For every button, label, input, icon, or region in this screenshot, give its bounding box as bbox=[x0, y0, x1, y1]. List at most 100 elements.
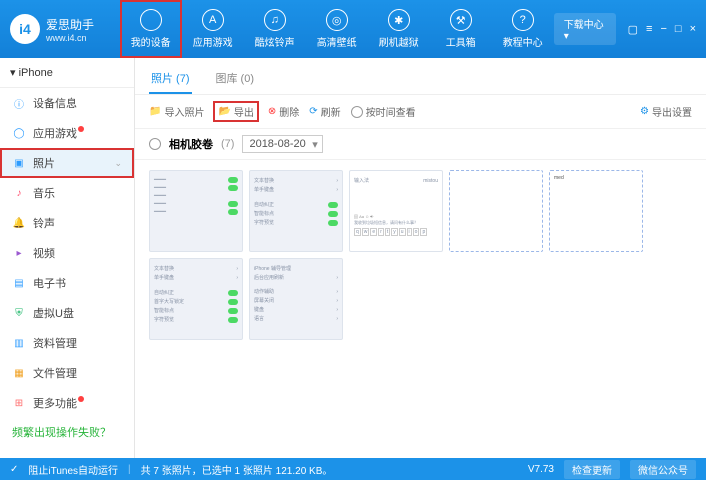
help-icon: ? bbox=[512, 9, 534, 31]
sidebar-item-8[interactable]: ▥ 资料管理 bbox=[0, 328, 134, 358]
nav-flash[interactable]: ✱ 刷机越狱 bbox=[368, 0, 430, 58]
faq-link[interactable]: 频繁出现操作失败？ bbox=[0, 418, 134, 446]
sidebar-item-6[interactable]: ▤电子书 bbox=[0, 268, 134, 298]
side-icon: ▥ bbox=[12, 336, 26, 350]
thumbnail[interactable]: 输入法mistou 囧 Aa ☺ ⎆ 我收到垃圾短信息，请问有什么事？ qwer… bbox=[349, 170, 443, 252]
nav-label: 应用游戏 bbox=[193, 34, 233, 49]
sidebar-item-label: 资料管理 bbox=[33, 335, 77, 351]
folder-export-icon: 📂 bbox=[218, 106, 230, 117]
side-icon: ♪ bbox=[12, 186, 26, 200]
apps-icon: A bbox=[202, 9, 224, 31]
sidebar-item-10[interactable]: ⊞更多功能 bbox=[0, 388, 134, 418]
thumbnail[interactable]: ━━━━ ━━━━ ━━━━ ━━━━ ━━━━ bbox=[149, 170, 243, 252]
export-button[interactable]: 📂导出 bbox=[214, 102, 257, 121]
side-icon: ◯ bbox=[12, 126, 26, 140]
sidebar-item-7[interactable]: ⛨ 虚拟U盘 bbox=[0, 298, 134, 328]
main-panel: 照片 (7) 图库 (0) 📁导入照片 📂导出 ⊗删除 ⟳刷新 按时间查看 ⚙导… bbox=[135, 58, 706, 458]
side-icon: ▸ bbox=[12, 246, 26, 260]
delete-button[interactable]: ⊗删除 bbox=[268, 104, 299, 119]
tools-icon: ⚒ bbox=[450, 9, 472, 31]
nav-apps[interactable]: A 应用游戏 bbox=[182, 0, 244, 58]
close-icon[interactable]: × bbox=[690, 23, 696, 36]
side-icon: ⛨ bbox=[12, 306, 26, 320]
nav-tutorial[interactable]: ? 教程中心 bbox=[492, 0, 554, 58]
thumbnail[interactable] bbox=[449, 170, 543, 252]
sidebar-item-3[interactable]: ♪音乐 bbox=[0, 178, 134, 208]
nav-label: 高清壁纸 bbox=[317, 34, 357, 49]
thumbnail[interactable]: med bbox=[549, 170, 643, 252]
side-icon: ▤ bbox=[12, 276, 26, 290]
browse-time-radio[interactable]: 按时间查看 bbox=[351, 104, 416, 119]
count-label: (7) bbox=[221, 138, 234, 150]
sidebar-item-label: 铃声 bbox=[33, 215, 55, 231]
photo-grid: ━━━━ ━━━━ ━━━━ ━━━━ ━━━━ 文本替换› 单手键盘› 自动纠… bbox=[135, 160, 706, 458]
wallpaper-icon: ◎ bbox=[326, 9, 348, 31]
logo-title: 爱思助手 bbox=[46, 16, 94, 33]
side-icon: ⓘ bbox=[12, 96, 26, 110]
nav-label: 刷机越狱 bbox=[379, 34, 419, 49]
skin-icon[interactable]: ▢ bbox=[628, 23, 638, 36]
thumbnail[interactable]: 文本替换› 单手键盘› 自动纠正 智能标点 字符预览 bbox=[249, 170, 343, 252]
itunes-block-toggle[interactable]: 阻止iTunes自动运行 bbox=[28, 462, 118, 477]
maximize-icon[interactable]: □ bbox=[675, 23, 682, 36]
export-settings-button[interactable]: ⚙导出设置 bbox=[640, 104, 692, 119]
album-filter: 相机胶卷 (7) 2018-08-20 bbox=[135, 129, 706, 160]
toolbar: 📁导入照片 📂导出 ⊗删除 ⟳刷新 按时间查看 ⚙导出设置 bbox=[135, 95, 706, 129]
radio-icon[interactable] bbox=[149, 138, 161, 150]
sidebar-item-4[interactable]: 🔔 铃声 bbox=[0, 208, 134, 238]
date-select[interactable]: 2018-08-20 bbox=[242, 135, 322, 153]
content-tabs: 照片 (7) 图库 (0) bbox=[135, 58, 706, 95]
nav-label: 工具箱 bbox=[446, 34, 476, 49]
side-icon: ▦ bbox=[12, 366, 26, 380]
refresh-button[interactable]: ⟳刷新 bbox=[309, 104, 340, 119]
wechat-button[interactable]: 微信公众号 bbox=[630, 460, 696, 479]
radio-icon bbox=[351, 106, 363, 118]
ring-icon: ♫ bbox=[264, 9, 286, 31]
tab-library[interactable]: 图库 (0) bbox=[214, 66, 257, 94]
sidebar-item-label: 照片 bbox=[33, 155, 55, 171]
nav-my-device[interactable]: 我的设备 bbox=[120, 0, 182, 58]
top-nav: 我的设备 A 应用游戏 ♫ 酷炫铃声 ◎ 高清壁纸 ✱ 刷机越狱 ⚒ 工具箱 ?… bbox=[120, 0, 554, 58]
nav-rings[interactable]: ♫ 酷炫铃声 bbox=[244, 0, 306, 58]
download-center-button[interactable]: 下载中心 ▾ bbox=[554, 13, 616, 45]
menu-icon[interactable]: ≡ bbox=[646, 23, 652, 36]
side-icon: ⊞ bbox=[12, 396, 26, 410]
minimize-icon[interactable]: − bbox=[660, 23, 666, 36]
side-icon: 🔔 bbox=[12, 216, 26, 230]
check-update-button[interactable]: 检查更新 bbox=[564, 460, 620, 479]
version-label: V7.73 bbox=[528, 464, 554, 475]
thumbnail[interactable]: iPhone 辅导管理 后台应用刷新› 动作辅助› 屏幕关闭› 键盘› 语言› bbox=[249, 258, 343, 340]
camera-roll-label: 相机胶卷 bbox=[169, 136, 213, 152]
thumbnail[interactable]: 文本替换› 单手键盘› 自动纠正 首字大写锁定 智能标点 字符预览 bbox=[149, 258, 243, 340]
sidebar-item-label: 虚拟U盘 bbox=[33, 305, 74, 321]
status-bar: ✓ 阻止iTunes自动运行 | 共 7 张照片，已选中 1 张照片 121.2… bbox=[0, 458, 706, 480]
app-header: i4 爱思助手 www.i4.cn 我的设备 A 应用游戏 ♫ 酷炫铃声 ◎ 高… bbox=[0, 0, 706, 58]
refresh-icon: ⟳ bbox=[309, 106, 317, 117]
sidebar-item-9[interactable]: ▦ 文件管理 bbox=[0, 358, 134, 388]
logo-icon: i4 bbox=[10, 14, 40, 44]
folder-import-icon: 📁 bbox=[149, 106, 161, 117]
nav-label: 酷炫铃声 bbox=[255, 34, 295, 49]
logo-url: www.i4.cn bbox=[46, 33, 94, 43]
chevron-down-icon: ⌄ bbox=[114, 158, 122, 169]
sidebar-item-label: 文件管理 bbox=[33, 365, 77, 381]
sidebar-item-0[interactable]: ⓘ 设备信息 bbox=[0, 88, 134, 118]
sidebar-item-label: 设备信息 bbox=[33, 95, 77, 111]
check-icon: ✓ bbox=[10, 464, 18, 475]
nav-label: 教程中心 bbox=[503, 34, 543, 49]
nav-wall[interactable]: ◎ 高清壁纸 bbox=[306, 0, 368, 58]
delete-icon: ⊗ bbox=[268, 106, 276, 117]
badge-icon bbox=[78, 396, 84, 402]
import-button[interactable]: 📁导入照片 bbox=[149, 104, 204, 119]
sidebar-item-label: 应用游戏 bbox=[33, 125, 77, 141]
device-selector[interactable]: ▾ iPhone bbox=[0, 58, 134, 88]
sidebar-item-2[interactable]: ▣照片⌄ bbox=[0, 148, 134, 178]
nav-label: 我的设备 bbox=[131, 34, 171, 49]
sidebar-item-5[interactable]: ▸视频 bbox=[0, 238, 134, 268]
nav-tools[interactable]: ⚒ 工具箱 bbox=[430, 0, 492, 58]
sidebar-item-1[interactable]: ◯ 应用游戏 bbox=[0, 118, 134, 148]
tab-photos[interactable]: 照片 (7) bbox=[149, 66, 192, 94]
window-controls: ▢ ≡ − □ × bbox=[628, 23, 696, 36]
flash-icon: ✱ bbox=[388, 9, 410, 31]
status-text: 共 7 张照片，已选中 1 张照片 121.20 KB。 bbox=[141, 462, 333, 477]
